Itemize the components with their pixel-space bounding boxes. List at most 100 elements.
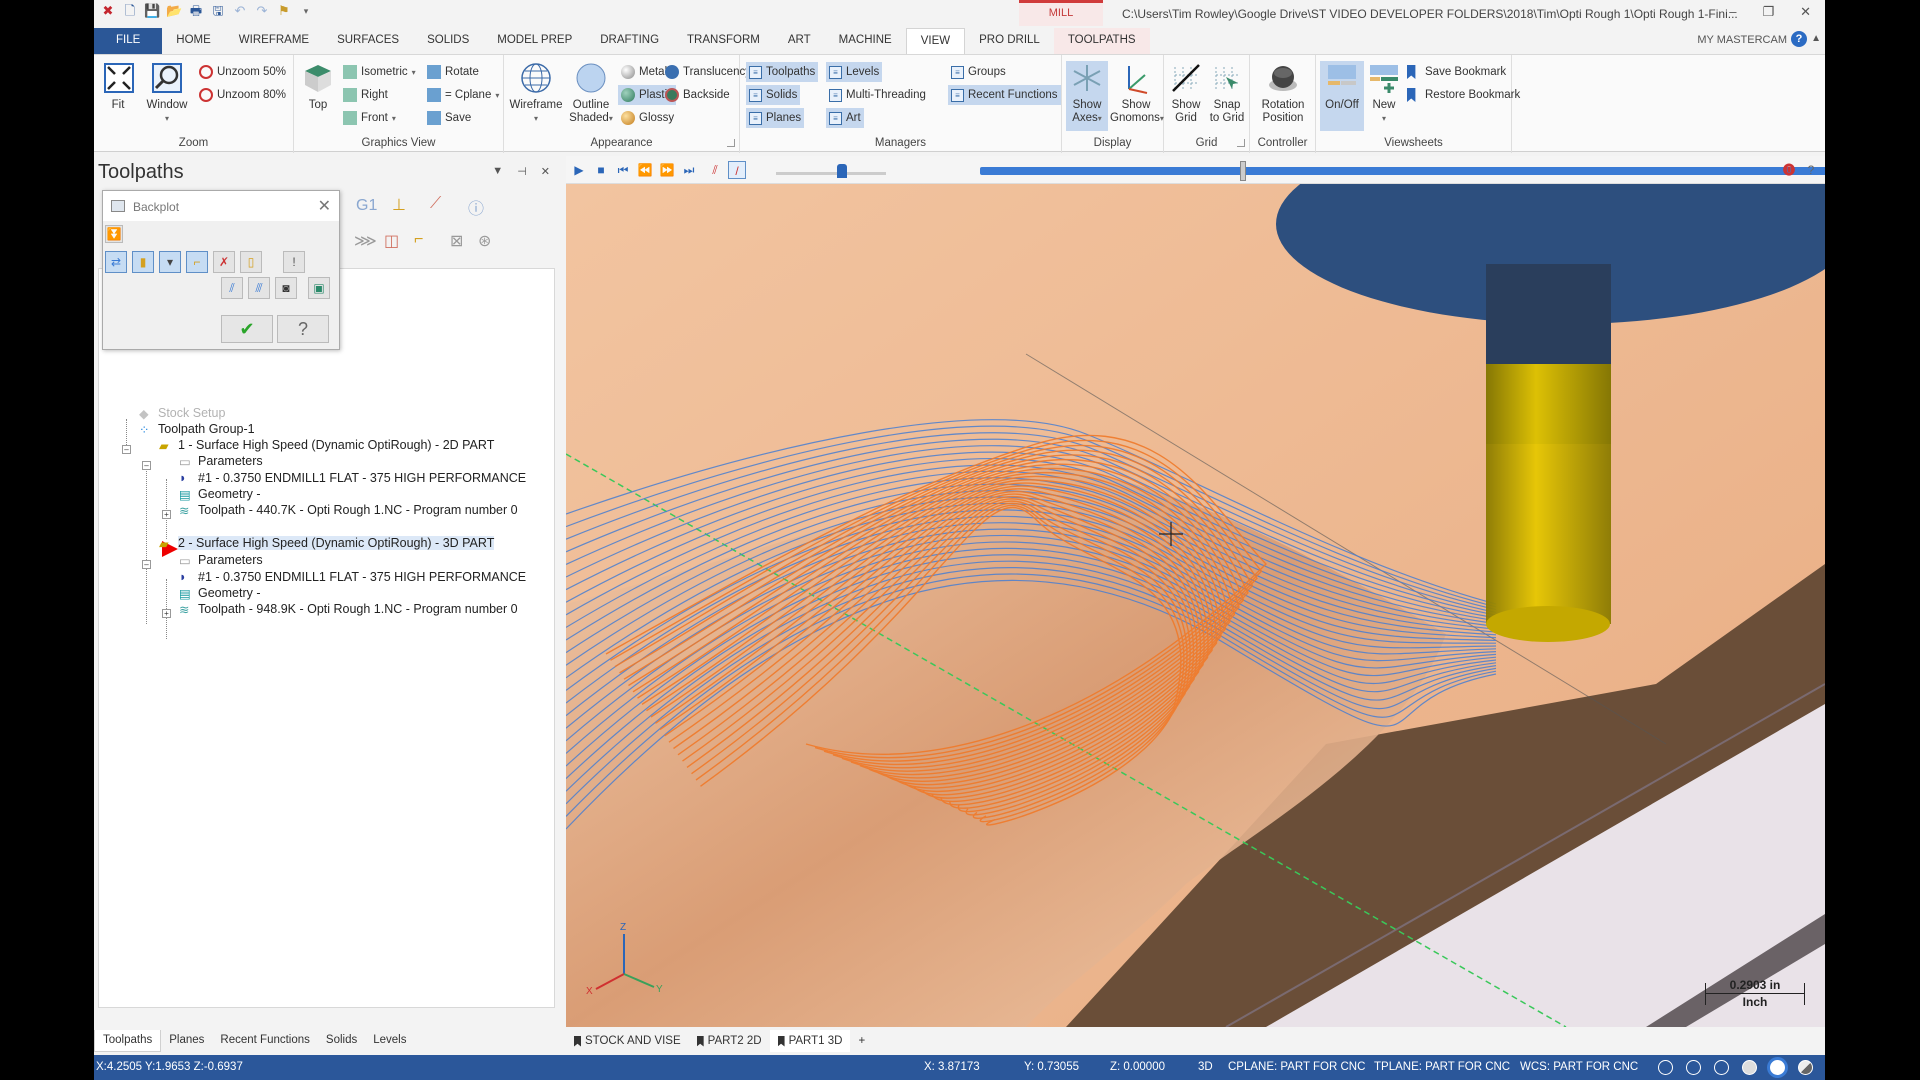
speed-slider-track[interactable]: [776, 172, 886, 175]
trace-mode-icon[interactable]: ⫽: [706, 161, 724, 179]
status-tplane[interactable]: TPLANE: PART FOR CNC: [1374, 1061, 1510, 1073]
open-icon[interactable]: 📂: [166, 3, 182, 19]
tab-pro-drill[interactable]: PRO DRILL: [965, 28, 1054, 54]
tree-operation[interactable]: ▰ 2 - Surface High Speed (Dynamic OptiRou…: [159, 535, 495, 551]
pin-icon[interactable]: ⊣: [517, 165, 527, 178]
screenshot-icon[interactable]: ◙: [275, 277, 297, 299]
panel-tab-solids[interactable]: Solids: [318, 1030, 365, 1052]
display-rapid-icon[interactable]: ⌐: [186, 251, 208, 273]
qat-dropdown-icon[interactable]: ▾: [298, 3, 314, 19]
restore-bookmark-button[interactable]: Restore Bookmark: [1404, 85, 1523, 105]
groups-manager-button[interactable]: ≡ Groups: [948, 62, 1009, 82]
tab-machine[interactable]: MACHINE: [825, 28, 906, 54]
collapse-group-toggle[interactable]: –: [122, 445, 131, 454]
expand-geometry2-toggle[interactable]: +: [162, 609, 171, 618]
outline-shaded-button[interactable]: Outline Shaded▾: [566, 61, 616, 125]
collapse-ribbon-icon[interactable]: ▲: [1811, 33, 1821, 44]
tree-stock-setup[interactable]: ◆ Stock Setup: [139, 405, 225, 421]
unzoom-50-button[interactable]: Unzoom 50%: [196, 62, 289, 82]
display-entity-endpoints-icon[interactable]: ✗: [213, 251, 235, 273]
multi-threading-manager-button[interactable]: ≡ Multi-Threading: [826, 85, 929, 105]
tab-solids[interactable]: SOLIDS: [413, 28, 483, 54]
toolpaths-manager-button[interactable]: ≡ Toolpaths: [746, 62, 819, 82]
stop-icon[interactable]: ■: [592, 161, 610, 179]
tab-view[interactable]: VIEW: [905, 28, 966, 54]
tree-item[interactable]: ≋ Toolpath - 948.9K - Opti Rough 1.NC - P…: [179, 601, 518, 617]
tab-transform[interactable]: TRANSFORM: [673, 28, 774, 54]
grid-dialog-launcher[interactable]: [1237, 139, 1245, 147]
art-manager-button[interactable]: ≡ Art: [826, 108, 864, 128]
collapse-op2-toggle[interactable]: –: [142, 560, 151, 569]
g1-icon[interactable]: G1: [356, 197, 377, 215]
warning-icon[interactable]: ⓿: [1780, 161, 1798, 179]
tree-item[interactable]: ≋ Toolpath - 440.7K - Opti Rough 1.NC - P…: [179, 502, 518, 518]
save-view-button[interactable]: Save: [424, 108, 474, 128]
playback-progress-track[interactable]: [980, 167, 1825, 175]
step-back-icon[interactable]: ⏪: [636, 161, 654, 179]
expand-geometry1-toggle[interactable]: +: [162, 510, 171, 519]
show-grid-button[interactable]: Show Grid: [1166, 61, 1206, 125]
post-selected-icon[interactable]: ⊥: [392, 195, 406, 215]
playback-progress-thumb[interactable]: [1240, 161, 1247, 181]
glossy-button[interactable]: Glossy: [618, 108, 677, 128]
help-button[interactable]: ?: [277, 315, 329, 343]
top-view-button[interactable]: Top: [300, 61, 336, 112]
select-all-icon[interactable]: ⋙: [354, 231, 377, 251]
status-mode[interactable]: 3D: [1198, 1061, 1213, 1073]
play-icon[interactable]: ▶: [570, 161, 588, 179]
regen-icon[interactable]: ◫: [384, 231, 399, 251]
minimize-icon[interactable]: –: [1729, 4, 1736, 20]
snap-to-grid-button[interactable]: Snap to Grid: [1206, 61, 1248, 125]
recent-functions-manager-button[interactable]: ≡ Recent Functions: [948, 85, 1061, 105]
add-viewsheet-button[interactable]: +: [850, 1030, 873, 1052]
viewsheets-onoff-button[interactable]: On/Off: [1320, 61, 1364, 131]
lock-icon[interactable]: ⊛: [478, 231, 491, 251]
panel-tab-recent-functions[interactable]: Recent Functions: [212, 1030, 318, 1052]
tab-model-prep[interactable]: MODEL PREP: [483, 28, 586, 54]
new-viewsheet-button[interactable]: New ▾: [1366, 61, 1402, 125]
appearance-dialog-launcher[interactable]: [727, 139, 735, 147]
run-mode-icon[interactable]: /: [728, 161, 746, 179]
display-toggle-icon[interactable]: ⊠: [450, 231, 463, 251]
ok-button[interactable]: ✔: [221, 315, 273, 343]
tree-item[interactable]: ▤ Geometry -: [179, 486, 261, 502]
unzoom-80-button[interactable]: Unzoom 80%: [196, 85, 289, 105]
status-wcs[interactable]: WCS: PART FOR CNC: [1520, 1061, 1638, 1073]
save-geometry-icon[interactable]: ▣: [308, 277, 330, 299]
window-zoom-button[interactable]: Window ▾: [142, 61, 192, 125]
globe-view-icon[interactable]: [1658, 1060, 1673, 1075]
playback-help-icon[interactable]: ?: [1802, 161, 1820, 179]
skip-start-icon[interactable]: ⏮: [614, 161, 632, 179]
tree-item[interactable]: ▭ Parameters: [179, 552, 263, 568]
display-tool-icon[interactable]: ▮: [132, 251, 154, 273]
new-file-icon[interactable]: 🗋: [122, 3, 138, 19]
levels-manager-button[interactable]: ≡ Levels: [826, 62, 883, 82]
tab-drafting[interactable]: DRAFTING: [586, 28, 673, 54]
my-mastercam-link[interactable]: MY MASTERCAM: [1697, 34, 1787, 46]
restore-icon[interactable]: ❐: [1762, 4, 1774, 20]
fit-button[interactable]: Fit: [102, 61, 134, 112]
step-all-toolpath-icon[interactable]: ⫻: [248, 277, 270, 299]
shaded-mode-icon[interactable]: [1742, 1060, 1757, 1075]
expand-dialog-icon[interactable]: ⏬: [105, 225, 123, 243]
backplot-close-icon[interactable]: ✕: [318, 196, 331, 216]
help-icon[interactable]: ?: [1791, 31, 1807, 47]
display-holder-icon[interactable]: ▾: [159, 251, 181, 273]
backside-button[interactable]: Backside: [662, 85, 733, 105]
wireframe-button[interactable]: Wireframe ▾: [508, 61, 564, 125]
speed-slider-thumb[interactable]: [837, 164, 847, 178]
tree-toolpath-group[interactable]: ⁘ Toolpath Group-1: [139, 421, 255, 437]
rotate-button[interactable]: Rotate: [424, 62, 482, 82]
show-gnomons-button[interactable]: Show Gnomons▾: [1110, 61, 1164, 125]
redo-icon[interactable]: ↷: [254, 3, 270, 19]
tool-info-icon[interactable]: !: [283, 251, 305, 273]
tree-operation[interactable]: ▰ 1 - Surface High Speed (Dynamic OptiRou…: [159, 437, 494, 453]
status-cplane[interactable]: CPLANE: PART FOR CNC: [1228, 1061, 1365, 1073]
cplane-button[interactable]: = Cplane ▾: [424, 85, 502, 105]
display-toolpath-icon[interactable]: ⇄: [105, 251, 127, 273]
tree-item[interactable]: ◗ #1 - 0.3750 ENDMILL1 FLAT - 375 HIGH PE…: [179, 569, 526, 585]
tab-wireframe[interactable]: WIREFRAME: [225, 28, 323, 54]
shaded-selected-icon[interactable]: [1770, 1060, 1785, 1075]
viewsheet-tab[interactable]: STOCK AND VISE: [566, 1030, 689, 1052]
print-icon[interactable]: 🖶: [188, 3, 204, 19]
